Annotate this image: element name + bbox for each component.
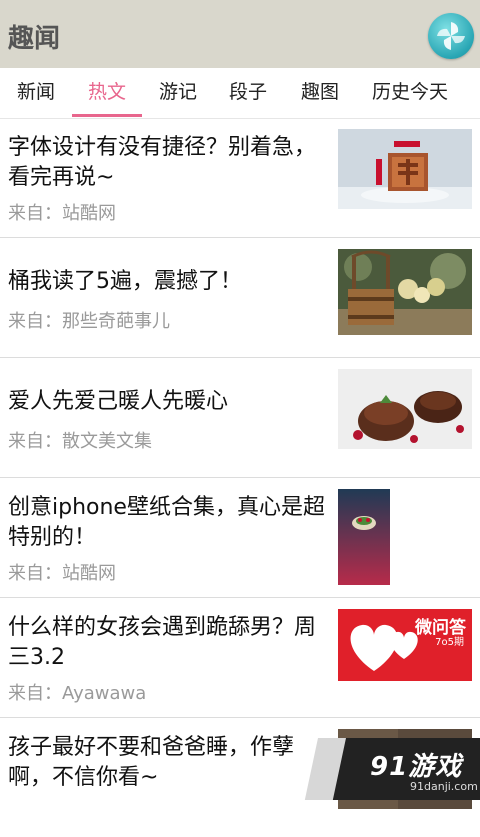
article-title: 字体设计有没有捷径？别着急，看完再说~ (8, 135, 317, 190)
app-title: 趣闻 (8, 24, 61, 54)
list-item[interactable]: 桶我读了5遍，震撼了！ 来自：那些奇葩事儿 (0, 239, 480, 358)
hearts-weiwenda-image: 微问答 7o5期 (338, 609, 472, 681)
tab-jokes[interactable]: 段子 (220, 68, 276, 116)
tab-history-today[interactable]: 历史今天 (362, 68, 458, 116)
tab-fun-pics[interactable]: 趣图 (292, 68, 348, 116)
site-watermark: 91游戏 91danji.com (304, 738, 480, 800)
chocolate-dessert-image (338, 369, 472, 449)
list-item[interactable]: 爱人先爱己暖人先暖心 来自：散文美文集 (0, 359, 480, 478)
article-title: 爱人先爱己暖人先暖心 (8, 389, 229, 414)
tab-hot-articles[interactable]: 热文 (72, 68, 142, 116)
list-item[interactable]: 什么样的女孩会遇到跪舔男？周三3.2 来自：Ayawawa 微问答 7o5期 (0, 599, 480, 718)
article-source: 来自：站酷网 (8, 563, 116, 584)
list-item[interactable]: 创意iphone壁纸合集，真心是超特别的！ 来自：站酷网 (0, 479, 480, 598)
category-tab-bar: 新闻 热文 游记 段子 趣图 历史今天 (0, 68, 480, 119)
thumb-subcaption: 7o5期 (435, 637, 464, 648)
article-source: 来自：Ayawawa (8, 683, 147, 704)
article-title: 桶我读了5遍，震撼了！ (8, 269, 242, 294)
watermark-url: 91danji.com (410, 780, 478, 793)
tab-travel[interactable]: 游记 (150, 68, 206, 116)
list-item[interactable]: 字体设计有没有捷径？别着急，看完再说~ 来自：站酷网 (0, 119, 480, 238)
active-tab-indicator (72, 114, 142, 117)
wooden-bucket-flowers-image (338, 249, 472, 335)
article-title: 创意iphone壁纸合集，真心是超特别的！ (8, 495, 325, 550)
iphone-wallpaper-image (338, 489, 390, 585)
tab-news[interactable]: 新闻 (6, 68, 66, 116)
article-source: 来自：站酷网 (8, 203, 116, 224)
article-title: 孩子最好不要和爸爸睡，作孽啊，不信你看~ (8, 735, 295, 790)
watermark-text: 91游戏 (370, 752, 463, 782)
article-source: 来自：散文美文集 (8, 431, 152, 452)
article-source: 来自：那些奇葩事儿 (8, 311, 170, 332)
article-title: 什么样的女孩会遇到跪舔男？周三3.2 (8, 615, 317, 670)
app-header: 趣闻 (0, 0, 480, 68)
pinwheel-logo-icon[interactable] (428, 13, 474, 59)
fu-character-3d-image (338, 129, 472, 209)
